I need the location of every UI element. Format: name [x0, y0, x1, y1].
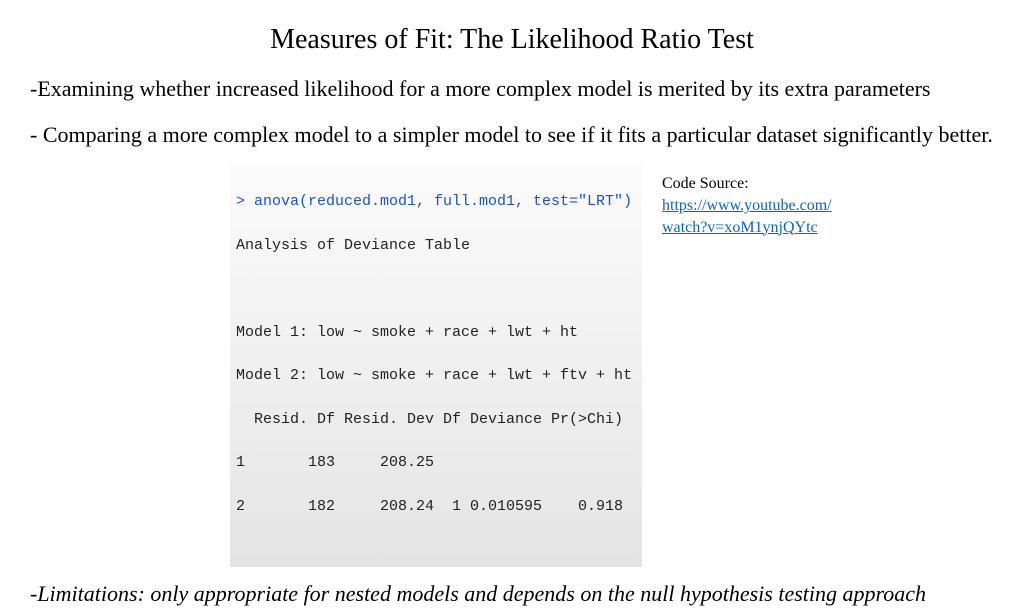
bullet-1: -Examining whether increased likelihood … [30, 74, 994, 104]
code-blank-line [236, 278, 636, 300]
code-row1-line: 1 183 208.25 [236, 452, 636, 474]
code-source-label: Code Source: [662, 173, 837, 195]
code-source-link[interactable]: https://www.youtube.com/watch?v=xoM1ynjQ… [662, 197, 832, 236]
code-block: > anova(reduced.mod1, full.mod1, test="L… [230, 165, 642, 567]
code-source-box: Code Source: https://www.youtube.com/wat… [662, 173, 837, 238]
code-model1-line: Model 1: low ~ smoke + race + lwt + ht [236, 322, 636, 344]
bullet-2: - Comparing a more complex model to a si… [30, 120, 994, 150]
code-model2-line: Model 2: low ~ smoke + race + lwt + ftv … [236, 365, 636, 387]
code-and-source-row: > anova(reduced.mod1, full.mod1, test="L… [30, 165, 994, 567]
code-row2-line: 2 182 208.24 1 0.010595 0.918 [236, 496, 636, 518]
slide-title: Measures of Fit: The Likelihood Ratio Te… [30, 24, 994, 56]
code-prompt-line: > anova(reduced.mod1, full.mod1, test="L… [236, 191, 636, 213]
bullet-3-limitations: -Limitations: only appropriate for neste… [30, 579, 994, 609]
code-header-line: Analysis of Deviance Table [236, 235, 636, 257]
code-columns-line: Resid. Df Resid. Dev Df Deviance Pr(>Chi… [236, 409, 636, 431]
